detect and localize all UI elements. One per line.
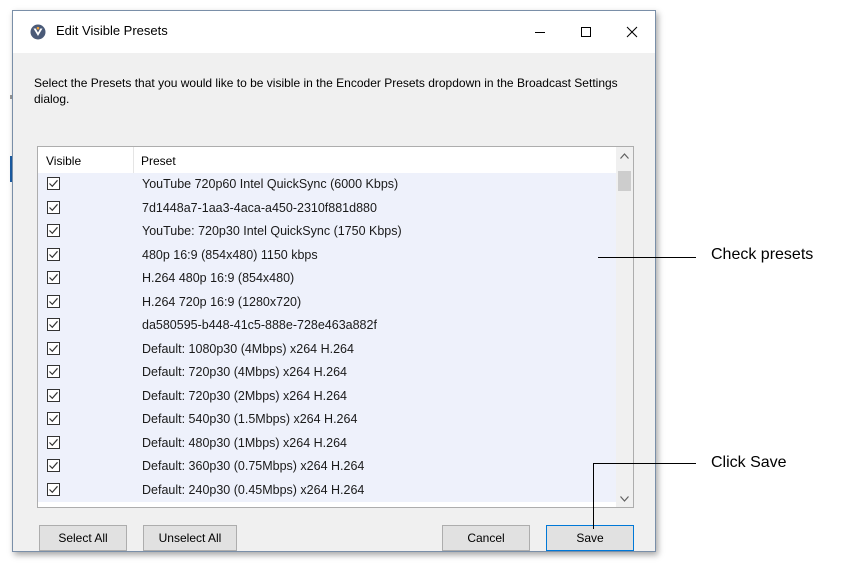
list-item[interactable]: Default: 480p30 (1Mbps) x264 H.264 (38, 431, 616, 455)
list-item[interactable]: Default: 720p30 (4Mbps) x264 H.264 (38, 361, 616, 385)
title-bar[interactable]: Edit Visible Presets (13, 11, 655, 53)
dialog-title: Edit Visible Presets (56, 23, 168, 38)
preset-name: YouTube 720p60 Intel QuickSync (6000 Kbp… (142, 177, 399, 191)
visible-checkbox[interactable] (47, 224, 60, 237)
preset-name: H.264 720p 16:9 (1280x720) (142, 294, 302, 309)
click-save-callout-vline (593, 463, 594, 529)
list-item[interactable]: Default: 240p30 (0.45Mbps) x264 H.264 (38, 478, 616, 502)
edit-visible-presets-dialog: Edit Visible Presets Select the Presets … (12, 10, 656, 552)
preset-name: Default: 1080p30 (4Mbps) x264 H.264 (142, 341, 354, 356)
list-item[interactable]: 7d1448a7-1aa3-4aca-a450-2310f881d880 (38, 196, 616, 220)
cancel-button[interactable]: Cancel (442, 525, 530, 551)
preset-name: Default: 720p30 (4Mbps) x264 H.264 (142, 365, 347, 379)
checkmark-icon (49, 179, 58, 188)
column-divider[interactable] (133, 147, 134, 173)
column-header-visible[interactable]: Visible (46, 154, 81, 168)
list-item[interactable]: YouTube: 720p30 Intel QuickSync (1750 Kb… (38, 220, 616, 244)
preset-name: Default: 540p30 (1.5Mbps) x264 H.264 (142, 412, 358, 426)
checkmark-icon (49, 250, 58, 258)
select-all-button[interactable]: Select All (39, 525, 127, 551)
minimize-icon (535, 32, 545, 33)
preset-name: 7d1448a7-1aa3-4aca-a450-2310f881d880 (142, 200, 377, 215)
list-item[interactable]: Default: 540p30 (1.5Mbps) x264 H.264 (38, 408, 616, 432)
checkmark-icon (49, 391, 58, 399)
preset-name: Default: 480p30 (1Mbps) x264 H.264 (142, 435, 347, 450)
visible-checkbox[interactable] (47, 318, 60, 331)
visible-checkbox[interactable] (47, 412, 60, 425)
preset-name: Default: 240p30 (0.45Mbps) x264 H.264 (142, 482, 365, 497)
preset-name: 480p 16:9 (854x480) 1150 kbps (142, 247, 318, 262)
visible-checkbox[interactable] (47, 200, 60, 214)
checkmark-icon (49, 226, 58, 235)
minimize-button[interactable] (517, 11, 563, 53)
checkmark-icon (49, 414, 58, 423)
click-save-callout-line (593, 463, 696, 464)
vertical-scrollbar[interactable] (616, 147, 633, 507)
preset-name: Default: 360p30 (0.75Mbps) x264 H.264 (142, 459, 365, 473)
preset-name: Default: 720p30 (2Mbps) x264 H.264 (142, 388, 347, 403)
list-item[interactable]: YouTube 720p60 Intel QuickSync (6000 Kbp… (38, 173, 616, 197)
visible-checkbox[interactable] (47, 365, 60, 378)
visible-checkbox[interactable] (47, 341, 60, 355)
close-button[interactable] (609, 11, 655, 53)
visible-checkbox[interactable] (47, 177, 60, 190)
maximize-button[interactable] (563, 11, 609, 53)
checkmark-icon (49, 485, 58, 493)
visible-checkbox[interactable] (47, 459, 60, 472)
list-header: Visible Preset (38, 147, 616, 174)
visible-checkbox[interactable] (47, 435, 60, 449)
click-save-callout: Click Save (711, 454, 787, 471)
checkmark-icon (49, 344, 58, 352)
list-item[interactable]: Default: 1080p30 (4Mbps) x264 H.264 (38, 337, 616, 361)
column-header-preset[interactable]: Preset (141, 154, 176, 168)
check-presets-callout: Check presets (711, 246, 814, 263)
instructions-text: Select the Presets that you would like t… (34, 76, 618, 106)
presets-rows: YouTube 720p60 Intel QuickSync (6000 Kbp… (38, 173, 616, 507)
app-logo-icon (30, 24, 46, 40)
list-item[interactable]: H.264 480p 16:9 (854x480) (38, 267, 616, 291)
list-item[interactable]: H.264 720p 16:9 (1280x720) (38, 290, 616, 314)
checkmark-icon (49, 273, 58, 282)
checkmark-icon (49, 297, 58, 305)
visible-checkbox[interactable] (47, 271, 60, 284)
scroll-up-button[interactable] (616, 147, 633, 164)
chevron-down-icon (620, 495, 629, 502)
visible-checkbox[interactable] (47, 388, 60, 402)
list-item[interactable]: da580595-b448-41c5-888e-728e463a882f (38, 314, 616, 338)
preset-name: da580595-b448-41c5-888e-728e463a882f (142, 318, 377, 332)
checkmark-icon (49, 320, 58, 329)
list-item[interactable]: 480p 16:9 (854x480) 1150 kbps (38, 243, 616, 267)
chevron-up-icon (620, 152, 629, 159)
close-icon (626, 26, 638, 38)
scroll-down-button[interactable] (616, 490, 633, 507)
check-presets-callout-line (598, 257, 696, 258)
checkmark-icon (49, 367, 58, 376)
preset-name: YouTube: 720p30 Intel QuickSync (1750 Kb… (142, 224, 402, 238)
list-item[interactable]: Default: 720p30 (2Mbps) x264 H.264 (38, 384, 616, 408)
visible-checkbox[interactable] (47, 294, 60, 308)
presets-list[interactable]: Visible Preset YouTube 720p60 Intel Quic… (37, 146, 634, 508)
checkmark-icon (49, 203, 58, 211)
checkmark-icon (49, 438, 58, 446)
list-item[interactable]: Default: 360p30 (0.75Mbps) x264 H.264 (38, 455, 616, 479)
save-button[interactable]: Save (546, 525, 634, 551)
preset-name: H.264 480p 16:9 (854x480) (142, 271, 295, 285)
checkmark-icon (49, 461, 58, 470)
visible-checkbox[interactable] (47, 482, 60, 496)
unselect-all-button[interactable]: Unselect All (143, 525, 237, 551)
scroll-thumb[interactable] (618, 171, 631, 191)
visible-checkbox[interactable] (47, 247, 60, 261)
maximize-icon (581, 27, 591, 37)
